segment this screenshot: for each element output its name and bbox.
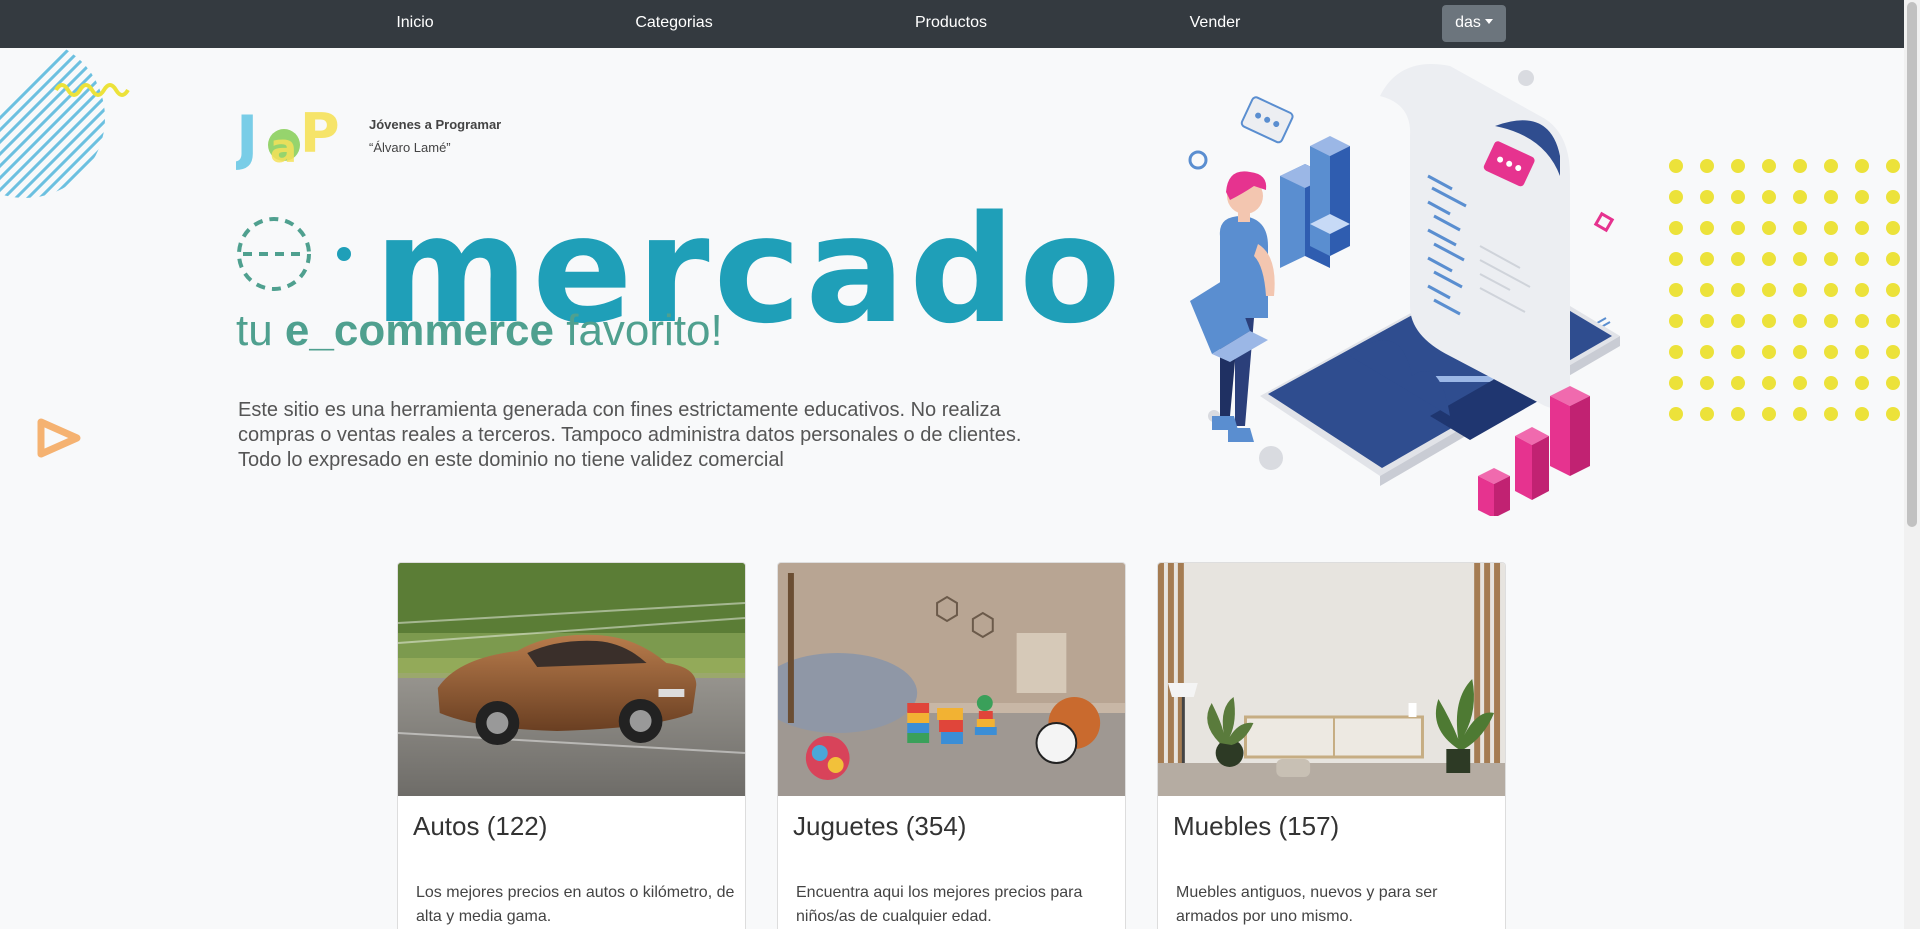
- user-name: das: [1455, 14, 1481, 31]
- category-card-juguetes[interactable]: Juguetes (354) Encuentra aqui los mejore…: [777, 562, 1126, 929]
- category-card-autos[interactable]: Autos (122) Los mejores precios en autos…: [397, 562, 746, 929]
- disclaimer-text: Este sitio es una herramienta generada c…: [238, 399, 1022, 471]
- hero-section: J a P Jóvenes a Programar “Álvaro Lamé” …: [0, 48, 1904, 553]
- user-dropdown-button[interactable]: das: [1442, 5, 1506, 42]
- org-subtitle: “Álvaro Lamé”: [369, 140, 451, 155]
- org-name: Jóvenes a Programar: [369, 117, 502, 132]
- card-image-juguetes: [778, 563, 1125, 796]
- nav-link-inicio[interactable]: Inicio: [396, 0, 433, 48]
- caret-down-icon: [1484, 19, 1493, 24]
- nav-link-productos[interactable]: Productos: [915, 0, 987, 48]
- dashed-circle-icon: [237, 217, 311, 291]
- nav-link-categorias[interactable]: Categorias: [635, 0, 712, 48]
- tagline-bold: e_commerce: [284, 306, 554, 355]
- card-title: Muebles (157): [1173, 811, 1340, 841]
- card-image-autos: [398, 563, 745, 796]
- tagline-suffix: favorito!: [554, 306, 723, 355]
- card-title: Juguetes (354): [793, 811, 967, 841]
- hero-illustration: [1188, 64, 1620, 516]
- brand-dot: [337, 247, 351, 261]
- svg-text:a: a: [270, 126, 297, 170]
- card-description: Encuentra aqui los mejores precios para …: [796, 884, 1083, 925]
- top-navbar: Inicio Categorias Productos Vender das: [0, 0, 1904, 48]
- category-card-muebles[interactable]: Muebles (157) Muebles antiguos, nuevos y…: [1157, 562, 1506, 929]
- svg-text:P: P: [300, 102, 340, 165]
- tagline: tu e_commerce favorito!: [236, 306, 723, 356]
- jap-logo: J a P: [236, 102, 340, 170]
- card-image-muebles: [1158, 563, 1505, 796]
- decorative-dot-grid: [1669, 159, 1900, 421]
- scrollbar-thumb[interactable]: [1907, 2, 1917, 527]
- decorative-shapes-left: [0, 48, 130, 458]
- card-description: Muebles antiguos, nuevos y para ser arma…: [1176, 884, 1438, 925]
- card-description: Los mejores precios en autos o kilómetro…: [416, 884, 735, 925]
- page-scrollbar[interactable]: [1904, 0, 1920, 929]
- tagline-prefix: tu: [236, 306, 285, 355]
- nav-link-vender[interactable]: Vender: [1190, 0, 1241, 48]
- card-title: Autos (122): [413, 811, 548, 841]
- svg-text:J: J: [236, 103, 258, 170]
